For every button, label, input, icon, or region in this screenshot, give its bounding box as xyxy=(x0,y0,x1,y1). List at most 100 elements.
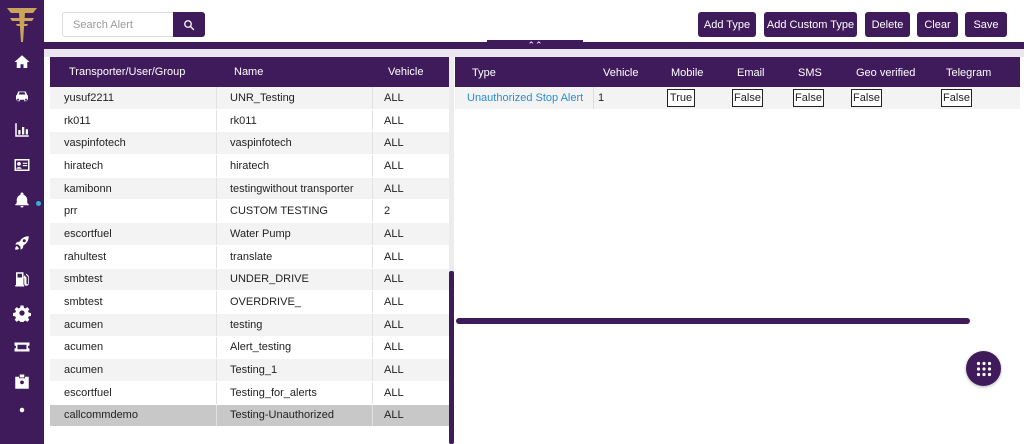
cell-name: Testing_1 xyxy=(217,359,373,381)
cell-transporter: vaspinfotech xyxy=(50,132,217,155)
home-icon[interactable] xyxy=(0,49,44,75)
search-icon xyxy=(184,19,195,30)
cell-name: Alert_testing xyxy=(217,336,373,359)
cell-transporter: escortfuel xyxy=(50,381,217,404)
fuel-pump-icon[interactable] xyxy=(0,266,44,292)
sms-toggle[interactable]: False xyxy=(793,89,824,107)
alert-settings-app: Add Type Add Custom Type Delete Clear Sa… xyxy=(0,0,1024,444)
cell-transporter: smbtest xyxy=(50,268,217,291)
email-toggle[interactable]: False xyxy=(732,89,763,107)
id-card-icon[interactable] xyxy=(0,152,44,178)
table-row[interactable]: acumen Alert_testing ALL xyxy=(50,336,449,360)
sidebar xyxy=(0,0,44,444)
header-name[interactable]: Name xyxy=(217,57,373,87)
cell-name: CUSTOM TESTING xyxy=(217,200,373,223)
cell-vehicle: ALL xyxy=(384,273,404,286)
cell-transporter: acumen xyxy=(50,359,217,381)
cell-name: Testing_for_alerts xyxy=(217,381,373,404)
rules-table-scrollbar[interactable] xyxy=(449,57,454,444)
ticket-icon[interactable] xyxy=(0,334,44,360)
cell-transporter: rahultest xyxy=(50,245,217,268)
alert-type-link[interactable]: Unauthorized Stop Alert xyxy=(467,92,583,104)
cell-name: OVERDRIVE_ xyxy=(217,291,373,313)
table-row[interactable]: yusuf2211 UNR_Testing ALL xyxy=(50,87,449,110)
header-type[interactable]: Type xyxy=(472,67,496,79)
header-sms[interactable]: SMS xyxy=(798,67,822,79)
cell-name: UNR_Testing xyxy=(217,87,373,109)
table-row[interactable]: escortfuel Testing_for_alerts ALL xyxy=(50,381,449,405)
search-button[interactable] xyxy=(173,12,205,37)
cell-name: translate xyxy=(217,245,373,268)
cell-transporter: acumen xyxy=(50,313,217,336)
cell-name: Water Pump xyxy=(217,223,373,245)
cell-transporter: rk011 xyxy=(50,109,217,132)
grid-apps-icon xyxy=(976,361,991,376)
alert-types-header: Type Vehicle Mobile Email SMS Geo verifi… xyxy=(455,57,1020,87)
bar-chart-icon[interactable] xyxy=(0,117,44,143)
cell-transporter: callcommdemo xyxy=(50,404,217,427)
header-email[interactable]: Email xyxy=(737,67,765,79)
cell-transporter: hiratech xyxy=(50,155,217,177)
rocket-icon[interactable] xyxy=(0,230,44,256)
toolbar: Add Type Add Custom Type Delete Clear Sa… xyxy=(44,0,1024,42)
cell-vehicle: ALL xyxy=(384,114,404,127)
save-button[interactable]: Save xyxy=(965,12,1007,37)
cell-transporter: acumen xyxy=(50,336,217,359)
more-icon[interactable] xyxy=(0,400,44,420)
table-row[interactable]: Unauthorized Stop Alert 1 True False Fal… xyxy=(455,87,1020,109)
table-row[interactable]: acumen testing ALL xyxy=(50,313,449,337)
add-custom-type-button[interactable]: Add Custom Type xyxy=(764,12,857,37)
badge-icon[interactable] xyxy=(0,369,44,395)
cell-transporter: yusuf2211 xyxy=(50,87,217,109)
table-row[interactable]: rk011 rk011 ALL xyxy=(50,109,449,133)
rules-table-body: yusuf2211 UNR_Testing ALL rk011 rk011 ALL vasp… xyxy=(50,87,449,428)
cell-vehicle: ALL xyxy=(384,91,404,104)
delete-button[interactable]: Delete xyxy=(865,12,910,37)
car-icon[interactable] xyxy=(0,83,44,109)
cell-name: hiratech xyxy=(217,155,373,177)
add-type-button[interactable]: Add Type xyxy=(698,12,756,37)
geo-verified-toggle[interactable]: False xyxy=(851,89,882,107)
cell-vehicle: 2 xyxy=(384,205,391,218)
table-row[interactable]: kamibonn testingwithout transporter ALL xyxy=(50,177,449,201)
header-mobile[interactable]: Mobile xyxy=(671,67,703,79)
search-input[interactable] xyxy=(62,12,174,37)
cell-name: testing xyxy=(217,313,373,336)
apps-button[interactable] xyxy=(966,351,1001,386)
mobile-toggle[interactable]: True xyxy=(667,89,695,107)
cell-transporter: prr xyxy=(50,200,217,223)
table-row[interactable]: vaspinfotech vaspinfotech ALL xyxy=(50,132,449,156)
vehicle-count: 1 xyxy=(598,92,605,104)
clear-button[interactable]: Clear xyxy=(917,12,958,37)
table-row[interactable]: rahultest translate ALL xyxy=(50,245,449,269)
table-row[interactable]: prr CUSTOM TESTING 2 xyxy=(50,200,449,224)
cell-name: rk011 xyxy=(217,109,373,132)
cell-vehicle: ALL xyxy=(384,296,404,309)
cell-name: testingwithout transporter xyxy=(217,177,373,200)
bell-icon[interactable] xyxy=(0,187,44,213)
cell-vehicle: ALL xyxy=(384,182,404,195)
alert-types-table: Type Vehicle Mobile Email SMS Geo verifi… xyxy=(455,57,1020,109)
header-vehicle[interactable]: Vehicle xyxy=(603,67,638,79)
column-divider xyxy=(593,87,594,109)
table-row[interactable]: escortfuel Water Pump ALL xyxy=(50,223,449,246)
table-row[interactable]: smbtest OVERDRIVE_ ALL xyxy=(50,291,449,314)
table-row[interactable]: hiratech hiratech ALL xyxy=(50,155,449,178)
cell-vehicle: ALL xyxy=(384,137,404,150)
header-vehicle[interactable]: Vehicle xyxy=(373,57,449,87)
header-telegram[interactable]: Telegram xyxy=(946,67,991,79)
cell-transporter: escortfuel xyxy=(50,223,217,245)
cell-transporter: smbtest xyxy=(50,291,217,313)
header-transporter[interactable]: Transporter/User/Group xyxy=(50,57,217,87)
scrollbar-thumb[interactable] xyxy=(449,271,454,444)
cell-name: vaspinfotech xyxy=(217,132,373,155)
gear-icon[interactable] xyxy=(0,300,44,326)
telegram-toggle[interactable]: False xyxy=(941,89,972,107)
table-row[interactable]: acumen Testing_1 ALL xyxy=(50,359,449,382)
header-geo-verified[interactable]: Geo verified xyxy=(856,67,915,79)
table-row[interactable]: smbtest UNDER_DRIVE ALL xyxy=(50,268,449,292)
cell-vehicle: ALL xyxy=(384,318,404,331)
horizontal-scrollbar[interactable] xyxy=(456,318,970,324)
table-row[interactable]: callcommdemo Testing-Unauthorized ALL xyxy=(50,404,449,428)
notification-dot xyxy=(36,201,41,206)
